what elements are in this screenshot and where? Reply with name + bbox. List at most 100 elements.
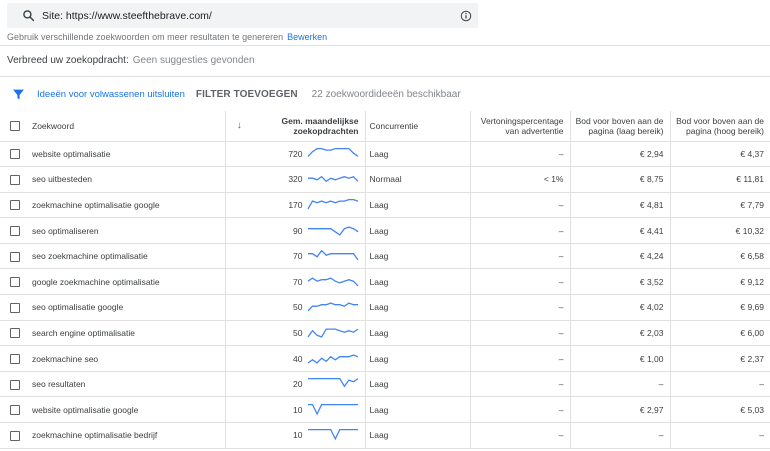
bid-high-cell: € 4,37 <box>669 141 770 168</box>
bid-low-cell: € 4,24 <box>569 243 670 270</box>
volume-value: 320 <box>288 174 303 185</box>
keyword-header[interactable]: Zoekwoord <box>29 111 225 142</box>
select-all-checkbox[interactable] <box>9 121 20 132</box>
row-checkbox[interactable] <box>9 405 20 416</box>
impression-share-cell: < 1% <box>469 166 570 193</box>
filter-icon[interactable] <box>12 87 26 101</box>
volume-cell: 70 <box>253 243 365 270</box>
volume-value: 50 <box>293 327 303 338</box>
row-checkbox[interactable] <box>9 277 20 288</box>
competition-cell: Laag <box>364 217 470 244</box>
sort-spacer-cell <box>224 371 253 398</box>
row-checkbox[interactable] <box>9 430 20 441</box>
sort-spacer-cell <box>224 294 253 321</box>
keyword-cell: zoekmachine optimalisatie bedrijf <box>29 422 225 449</box>
broaden-value: Geen suggesties gevonden <box>132 55 255 66</box>
volume-cell: 170 <box>253 192 365 219</box>
bid-high-cell: € 2,37 <box>669 345 770 372</box>
search-site-text[interactable]: Site: https://www.steefthebrave.com/ <box>42 10 460 22</box>
competition-cell: Laag <box>364 243 470 270</box>
table-row[interactable]: seo uitbesteden 320 Normaal < 1% € 8,75 € 11,… <box>0 166 770 193</box>
row-checkbox[interactable] <box>9 251 20 262</box>
search-bar[interactable]: Site: https://www.steefthebrave.com/ <box>7 3 478 28</box>
row-select-cell <box>0 345 29 372</box>
row-checkbox[interactable] <box>9 225 20 236</box>
table-row[interactable]: seo optimalisatie google 50 Laag – € 4,02 € 9… <box>0 294 770 321</box>
table-row[interactable]: zoekmachine seo 40 Laag – € 1,00 € 2,37 <box>0 345 770 372</box>
info-icon[interactable] <box>460 10 472 22</box>
broaden-search: Verbreed uw zoekopdracht: Geen suggesties… <box>7 55 255 66</box>
trend-sparkline <box>307 249 359 261</box>
volume-cell: 10 <box>253 422 365 449</box>
trend-sparkline <box>307 353 358 364</box>
competition-header[interactable]: Concurrentie <box>364 111 470 142</box>
table-row[interactable]: seo zoekmachine optimalisatie 70 Laag – € 4,… <box>0 243 770 270</box>
row-select-cell <box>0 294 29 321</box>
edit-link[interactable]: Bewerken <box>287 32 327 42</box>
exclude-adult-ideas-link[interactable]: Ideeën voor volwassenen uitsluiten <box>37 89 185 100</box>
bid-low-cell: – <box>569 422 670 449</box>
table-row[interactable]: website optimalisatie google 10 Laag – € 2,9… <box>0 396 770 424</box>
row-select-cell <box>0 371 29 398</box>
volume-header[interactable]: Gem. maandelijkse zoekopdrachten <box>253 111 365 142</box>
competition-cell: Laag <box>364 320 470 347</box>
bid-high-header[interactable]: Bod voor boven aan de pagina (hoog berei… <box>669 111 770 142</box>
bid-low-cell: € 2,94 <box>569 141 670 168</box>
table-header-row: Zoekwoord ↓ Gem. maandelijkse zoekopdrac… <box>0 111 770 142</box>
impression-share-cell: – <box>469 141 570 168</box>
row-select-cell <box>0 320 29 347</box>
competition-cell: Laag <box>364 371 470 398</box>
volume-cell: 40 <box>253 345 365 372</box>
table-row[interactable]: google zoekmachine optimalisatie 70 Laag – €… <box>0 268 770 296</box>
sort-spacer-cell <box>224 320 253 347</box>
keyword-cell: search engine optimalisatie <box>29 320 225 347</box>
volume-cell: 70 <box>253 268 365 296</box>
row-checkbox[interactable] <box>9 379 20 390</box>
sort-spacer-cell <box>224 192 253 219</box>
keyword-cell: seo resultaten <box>29 371 225 398</box>
bid-low-cell: € 4,41 <box>569 217 670 244</box>
competition-cell: Normaal <box>364 166 470 193</box>
row-checkbox[interactable] <box>9 302 20 313</box>
row-checkbox[interactable] <box>9 200 20 211</box>
competition-cell: Laag <box>364 294 470 321</box>
row-checkbox[interactable] <box>9 174 20 185</box>
add-filter-button[interactable]: FILTER TOEVOEGEN <box>196 89 298 100</box>
volume-cell: 90 <box>253 217 365 244</box>
keyword-cell: zoekmachine optimalisatie google <box>29 192 225 219</box>
row-checkbox[interactable] <box>9 353 20 364</box>
row-checkbox[interactable] <box>9 328 20 339</box>
volume-value: 40 <box>293 353 303 364</box>
keyword-cell: website optimalisatie google <box>29 396 225 424</box>
table-row[interactable]: website optimalisatie 720 Laag – € 2,94 € 4,3… <box>0 141 770 168</box>
table-row[interactable]: zoekmachine optimalisatie bedrijf 10 Laag –… <box>0 422 770 449</box>
impression-share-header[interactable]: Vertoningspercentage van advertentie <box>469 111 570 142</box>
sort-spacer-cell <box>224 268 253 296</box>
table-row[interactable]: seo resultaten 20 Laag – – – <box>0 371 770 398</box>
volume-cell: 20 <box>253 371 365 398</box>
impression-share-cell: – <box>469 217 570 244</box>
bid-high-cell: – <box>669 422 770 449</box>
trend-sparkline <box>306 328 358 338</box>
volume-cell: 320 <box>253 166 365 193</box>
keyword-cell: zoekmachine seo <box>29 345 225 372</box>
row-select-cell <box>0 217 29 244</box>
bid-high-cell: € 7,79 <box>669 192 770 219</box>
row-checkbox[interactable] <box>9 149 20 160</box>
table-row[interactable]: zoekmachine optimalisatie google 170 Laag –… <box>0 192 770 219</box>
competition-cell: Laag <box>364 268 470 296</box>
bid-low-header[interactable]: Bod voor boven aan de pagina (laag berei… <box>569 111 670 142</box>
trend-sparkline <box>307 176 358 183</box>
sort-spacer-cell <box>224 396 253 424</box>
row-select-cell <box>0 268 29 296</box>
row-select-cell <box>0 243 29 270</box>
bid-low-cell: € 1,00 <box>569 345 670 372</box>
filter-bar: Ideeën voor volwassenen uitsluiten FILTE… <box>0 82 770 106</box>
table-row[interactable]: seo optimaliseren 90 Laag – € 4,41 € 10,32 <box>0 217 770 244</box>
bid-low-cell: € 4,02 <box>569 294 670 321</box>
trend-sparkline <box>307 302 358 312</box>
sort-arrow-icon[interactable]: ↓ <box>224 111 253 142</box>
table-row[interactable]: search engine optimalisatie 50 Laag – € 2,03… <box>0 320 770 347</box>
bid-high-cell: € 6,58 <box>669 243 770 270</box>
bid-low-cell: € 2,03 <box>569 320 670 347</box>
